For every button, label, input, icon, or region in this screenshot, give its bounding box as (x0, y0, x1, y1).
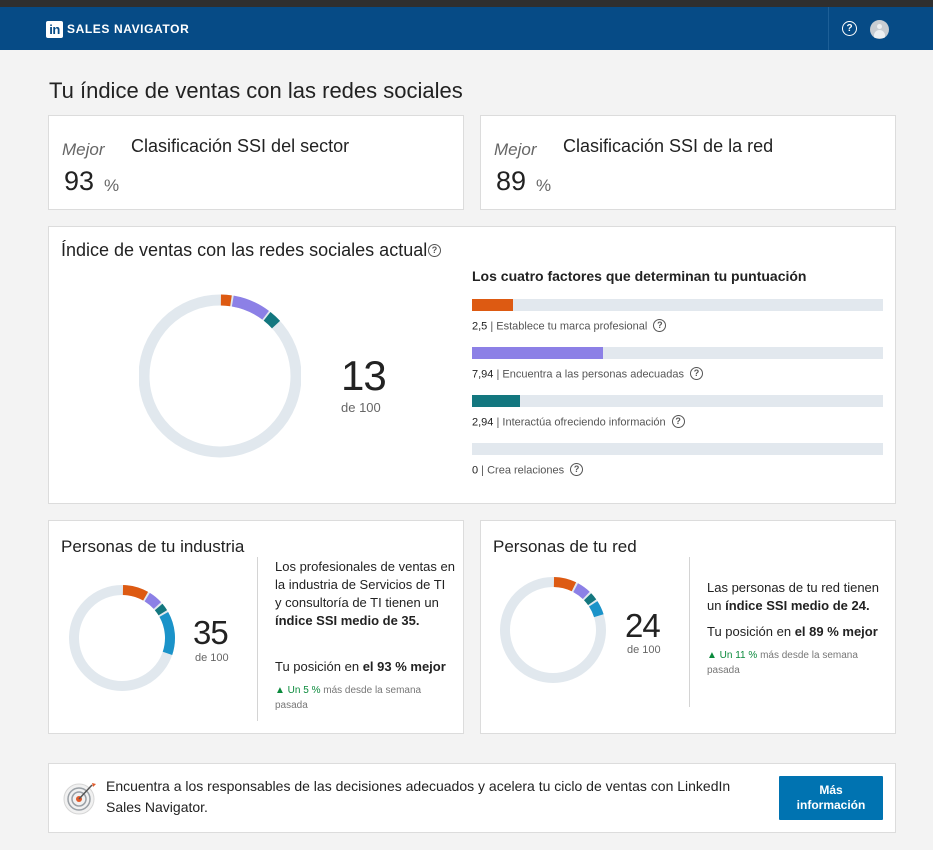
donut-segment (583, 593, 597, 606)
network-card: Personas de tu red 24 de 100 Las persona… (480, 520, 896, 734)
trend-up: ▲ Un 11 % (707, 650, 758, 661)
factor-fill (472, 299, 514, 311)
rank-unit: % (536, 176, 552, 195)
factor-value: 2,94 (472, 416, 494, 429)
factor-bar-brand (472, 299, 883, 311)
network-rank-card: Mejor Clasificación SSI de la red 89 % (480, 115, 896, 210)
industry-donut (69, 585, 175, 691)
factors-title: Los cuatro factores que determinan tu pu… (472, 268, 807, 284)
rank-title: Clasificación SSI de la red (563, 136, 774, 156)
factor-bar-engage (472, 395, 883, 407)
more-info-line1: Más (819, 783, 843, 797)
network-donut (500, 577, 606, 683)
factor-value: 0 (472, 464, 479, 477)
target-icon (63, 783, 96, 815)
network-score: 24 (625, 607, 661, 644)
ssi-card: Índice de ventas con las redes sociales … (48, 226, 896, 504)
brand-name[interactable]: SALES NAVIGATOR (67, 22, 189, 36)
help-icon[interactable]: ? (428, 244, 441, 257)
factor-bar-relationships (472, 443, 883, 455)
rank-title: Clasificación SSI del sector (131, 136, 350, 156)
industry-description: Los profesionales de ventas en la indust… (275, 558, 455, 630)
industry-position: Tu posición en el 93 % mejor (275, 659, 446, 674)
industry-donut-segments (122, 585, 175, 655)
more-info-line2: información (796, 798, 866, 812)
promo-banner: Encuentra a los responsables de las deci… (48, 763, 896, 833)
factor-value: 7,94 (472, 368, 494, 381)
factor-name: Crea relaciones (487, 464, 565, 477)
donut-track (500, 577, 606, 683)
factor-bar-find (472, 347, 883, 359)
industry-card: Personas de tu industria 35 de 100 Los p… (48, 520, 464, 734)
donut-segment (159, 611, 175, 655)
network-title: Personas de tu red (493, 537, 637, 556)
help-icon[interactable]: ? (570, 463, 584, 476)
factor-label-find: 7,94 | Encuentra a las personas adecuada… (472, 367, 704, 381)
donut-segment (144, 592, 162, 610)
industry-description-text: Los profesionales de ventas en la indust… (275, 559, 455, 610)
position-text: Tu posición en (707, 624, 795, 639)
donut-segment (263, 312, 281, 329)
trend-up: ▲ Un 5 % (275, 685, 321, 696)
factor-label-engage: 2,94 | Interactúa ofreciendo información… (472, 415, 685, 429)
rank-label: Mejor (494, 140, 537, 159)
donut-segment (588, 601, 604, 618)
donut-segment (122, 585, 149, 601)
donut-segment (154, 603, 168, 616)
banner-text: Encuentra a los responsables de las deci… (106, 778, 731, 815)
help-icon[interactable]: ? (653, 319, 667, 332)
position-value: el 93 % mejor (362, 659, 446, 674)
position-text: Tu posición en (275, 659, 363, 674)
ssi-score: 13 (341, 352, 387, 399)
rank-value: 93 (64, 166, 95, 196)
factor-name: Establece tu marca profesional (496, 320, 648, 333)
industry-score: 35 (193, 614, 229, 651)
industry-trend: ▲ Un 5 % más desde la semana pasada (275, 683, 455, 713)
rank-label: Mejor (62, 140, 105, 159)
donut-segment (220, 294, 232, 307)
avatar-head-shape (877, 24, 882, 29)
network-average: índice SSI medio de 24. (725, 598, 870, 613)
help-icon[interactable]: ? (671, 415, 685, 428)
rank-unit: % (104, 176, 120, 195)
user-avatar[interactable] (870, 20, 889, 39)
industry-score-of: de 100 (195, 652, 229, 664)
factor-label-brand: 2,5 | Establece tu marca profesional? (472, 319, 667, 333)
rank-value: 89 (496, 166, 527, 196)
top-navbar: in SALES NAVIGATOR ? (0, 7, 933, 50)
avatar-body-shape (874, 30, 885, 38)
industry-average: índice SSI medio de 35. (275, 613, 420, 628)
card-divider (257, 557, 258, 721)
network-position: Tu posición en el 89 % mejor (707, 624, 878, 639)
factor-name: Interactúa ofreciendo información (502, 416, 666, 429)
network-donut-segments (553, 577, 604, 618)
factor-fill (472, 395, 521, 407)
page-title: Tu índice de ventas con las redes social… (49, 78, 463, 103)
ssi-donut (139, 294, 301, 458)
donut-segment (573, 583, 590, 600)
factor-value: 2,5 (472, 320, 488, 333)
network-trend: ▲ Un 11 % más desde la semana pasada (707, 648, 887, 678)
linkedin-logo[interactable]: in (46, 21, 63, 38)
nav-divider (828, 7, 829, 50)
network-score-of: de 100 (627, 644, 661, 656)
factor-label-relationships: 0 | Crea relaciones? (472, 463, 584, 477)
ssi-score-of: de 100 (341, 400, 381, 415)
more-info-button[interactable]: Más información (779, 776, 883, 820)
ssi-donut-segments (220, 294, 281, 329)
industry-rank-card: Mejor Clasificación SSI del sector 93 % (48, 115, 464, 210)
industry-title: Personas de tu industria (61, 537, 245, 556)
donut-segment (231, 295, 269, 320)
factor-fill (472, 347, 603, 359)
window-top-strip (0, 0, 933, 7)
ssi-title: Índice de ventas con las redes sociales … (61, 240, 428, 260)
factor-name: Encuentra a las personas adecuadas (502, 368, 685, 381)
network-description: Las personas de tu red tienen un índice … (707, 579, 887, 615)
position-value: el 89 % mejor (794, 624, 878, 639)
donut-segment (553, 577, 577, 592)
help-icon[interactable]: ? (690, 367, 704, 380)
card-divider (689, 557, 690, 707)
help-icon[interactable]: ? (842, 21, 857, 36)
